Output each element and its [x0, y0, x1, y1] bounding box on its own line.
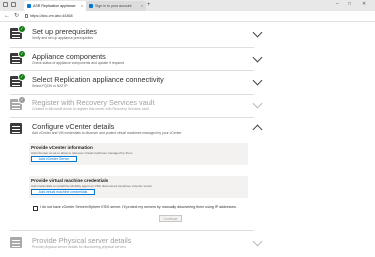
step-appliance-connectivity[interactable]: ✓ Select Replication appliance connectiv… [10, 73, 263, 91]
step-appliance-components[interactable]: ✓ Appliance components Check status of a… [10, 50, 263, 68]
vm-credentials-subtitle: Add credentials to install the Mobility … [31, 184, 153, 188]
close-window-button[interactable]: ✕ [362, 0, 366, 9]
step-title: Set up prerequisites [32, 27, 97, 36]
close-tab-icon[interactable]: × [141, 1, 143, 11]
maximize-button[interactable]: □ [348, 0, 351, 9]
vcenter-info-title: Provide vCenter information [31, 145, 93, 150]
divider [10, 230, 254, 231]
divider [10, 94, 254, 95]
step-subtitle: Created in Microsoft Azure to register t… [32, 107, 149, 111]
step-subtitle: Select FQDN or NAT IP [32, 84, 68, 88]
step-subtitle: Verify and set up appliance prerequisite… [32, 36, 94, 40]
browser-tab-bar: ASR Replication appliance × Sign in to y… [0, 0, 375, 11]
step-document-icon: ✓ [10, 73, 26, 87]
step-subtitle: Check status of appliance components and… [32, 61, 125, 65]
step-prerequisites[interactable]: ✓ Set up prerequisites Verify and set up… [10, 25, 263, 43]
complete-check-icon: ✓ [18, 50, 26, 58]
step-title: Provide Physical server details [32, 236, 132, 245]
no-vcenter-checkbox[interactable] [33, 206, 38, 211]
tab-asr-appliance[interactable]: ASR Replication appliance × [24, 1, 86, 11]
favicon-icon [27, 4, 31, 8]
step-subtitle: Provide physical server details for disc… [32, 245, 127, 249]
add-vcenter-server-button[interactable]: Add vCenter Server [31, 156, 77, 162]
complete-check-icon: ✓ [18, 96, 26, 104]
vcenter-info-card: Provide vCenter information Add vCenter … [29, 143, 248, 165]
vm-credentials-card: Provide virtual machine credentials Add … [29, 176, 248, 198]
lock-icon [25, 14, 28, 18]
continue-button[interactable]: Continue [159, 215, 182, 222]
tab-actions-icon[interactable] [11, 2, 16, 7]
step-title: Select Replication appliance connectivit… [32, 75, 164, 84]
step-physical-server: Provide Physical server details Provide … [10, 236, 263, 252]
chevron-down-icon [252, 236, 263, 247]
divider [10, 117, 254, 118]
close-tab-icon[interactable]: × [81, 1, 83, 11]
chevron-up-icon[interactable] [252, 124, 263, 135]
minimize-button[interactable]: – [336, 0, 339, 9]
chevron-down-icon[interactable] [252, 75, 263, 86]
complete-check-icon: ✓ [18, 73, 26, 81]
step-document-icon: ✓ [10, 50, 26, 64]
step-configure-vcenter[interactable]: Configure vCenter details Add vCenter an… [10, 122, 263, 138]
divider [10, 70, 254, 71]
vcenter-info-subtitle: Add vCenter so as to allow to discover v… [31, 151, 133, 155]
tab-sign-in[interactable]: Sign in to your account × [86, 1, 146, 11]
vm-credentials-title: Provide virtual machine credentials [31, 178, 109, 183]
address-bar: ← ↻ https://abc-vm.abc:44368 [0, 11, 375, 22]
chevron-down-icon[interactable] [252, 27, 263, 38]
add-vm-credentials-button[interactable]: Add virtual machine credentials [31, 189, 95, 195]
complete-check-icon: ✓ [18, 25, 26, 33]
step-subtitle: Add vCenter and VM credentials to discov… [32, 131, 182, 135]
step-document-icon: ✓ [10, 25, 26, 39]
step-title: Configure vCenter details [32, 122, 115, 131]
no-vcenter-checkbox-label: I do not have vCenter Server/vSphere ESX… [40, 205, 237, 209]
favicon-icon [89, 4, 93, 8]
url-field[interactable]: https://abc-vm.abc:44368 [30, 13, 73, 19]
chevron-down-icon[interactable] [252, 52, 263, 63]
refresh-icon[interactable]: ↻ [14, 11, 19, 21]
chevron-down-icon [252, 98, 263, 109]
database-icon [10, 122, 24, 134]
step-title: Appliance components [32, 52, 106, 61]
back-arrow-icon[interactable]: ← [4, 11, 10, 21]
divider [10, 47, 254, 48]
step-title: Register with Recovery Services vault [32, 98, 155, 107]
window-icon[interactable] [3, 2, 8, 7]
step-document-icon: ✓ [10, 96, 26, 110]
new-tab-button[interactable]: + [147, 1, 151, 10]
database-icon [10, 236, 24, 248]
step-register-vault: ✓ Register with Recovery Services vault … [10, 96, 263, 114]
